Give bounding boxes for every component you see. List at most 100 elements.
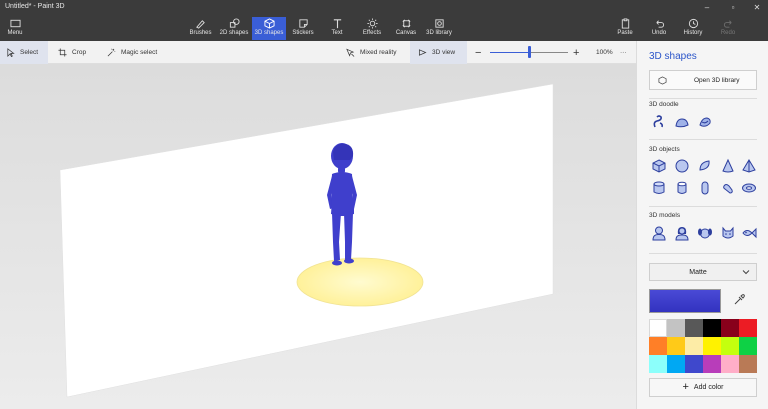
tool-label: Canvas	[395, 30, 417, 36]
color-swatch[interactable]	[685, 355, 703, 373]
mixed-reality-button[interactable]: Mixed reality	[346, 41, 396, 64]
undo-icon	[655, 20, 664, 28]
redo-button[interactable]: Redo	[716, 17, 740, 40]
paste-button[interactable]: Paste	[614, 17, 636, 40]
more-options-button[interactable]: ···	[620, 41, 627, 64]
woman-icon	[675, 227, 689, 241]
tube-button[interactable]	[674, 180, 690, 196]
magic-select-label: Magic select	[121, 49, 158, 56]
color-swatch[interactable]	[667, 319, 685, 337]
color-swatch[interactable]	[703, 319, 721, 337]
add-color-button[interactable]: + Add color	[649, 378, 757, 397]
tool-canvas[interactable]: Canvas	[393, 17, 419, 40]
dog-model-button[interactable]	[697, 225, 713, 241]
canvas-area[interactable]	[0, 64, 636, 409]
hemisphere-button[interactable]	[697, 158, 713, 174]
tool-3d-shapes[interactable]: 3D shapes	[252, 17, 286, 40]
divider	[649, 139, 757, 140]
undo-button[interactable]: Undo	[648, 17, 670, 40]
color-swatch[interactable]	[739, 337, 757, 355]
color-swatch[interactable]	[685, 337, 703, 355]
color-swatch[interactable]	[649, 319, 667, 337]
3d-view-label: 3D view	[432, 49, 456, 56]
cat-model-button[interactable]	[720, 225, 736, 241]
man-icon	[652, 226, 666, 241]
cube-button[interactable]	[651, 158, 667, 174]
tube-doodle-button[interactable]	[697, 114, 713, 130]
3d-models-label: 3D models	[649, 212, 681, 219]
color-swatch[interactable]	[667, 337, 685, 355]
close-button[interactable]: ✕	[746, 1, 768, 15]
bent-capsule-icon	[723, 184, 733, 194]
donut-button[interactable]	[741, 180, 757, 196]
tool-label: Effects	[362, 30, 382, 36]
toolbar: Select Crop Magic select Mixed reality 3…	[0, 41, 636, 64]
add-color-label: Add color	[693, 384, 724, 391]
select-tool[interactable]: Select	[0, 41, 48, 64]
3d-objects-label: 3D objects	[649, 146, 680, 153]
fish-model-button[interactable]	[741, 225, 757, 241]
tool-label: Stickers	[292, 30, 314, 36]
divider	[649, 206, 757, 207]
color-swatch[interactable]	[721, 319, 739, 337]
redo-label: Redo	[720, 30, 736, 36]
tool-stickers[interactable]: Stickers	[289, 17, 317, 40]
eyedropper-icon[interactable]	[733, 294, 745, 306]
select-label: Select	[20, 49, 39, 56]
man-model-button[interactable]	[651, 225, 667, 241]
crop-tool[interactable]: Crop	[58, 41, 86, 64]
color-swatch[interactable]	[703, 355, 721, 373]
pyramid-icon	[742, 159, 756, 173]
3d-view-icon	[418, 49, 427, 56]
dog-icon	[698, 228, 712, 239]
zoom-out-button[interactable]: −	[475, 41, 481, 64]
current-color-swatch[interactable]	[649, 289, 721, 313]
effects-icon	[366, 18, 378, 29]
history-button[interactable]: History	[680, 17, 706, 40]
tool-3d-library[interactable]: 3D library	[424, 17, 454, 40]
3d-library-icon	[658, 75, 667, 85]
tool-brushes[interactable]: Brushes	[187, 17, 214, 40]
magic-select-tool[interactable]: Magic select	[107, 41, 157, 64]
menu-button[interactable]: Menu	[2, 17, 28, 40]
sphere-icon	[675, 159, 689, 173]
color-swatch[interactable]	[739, 319, 757, 337]
woman-model-button[interactable]	[674, 225, 690, 241]
capsule-button[interactable]	[697, 180, 713, 196]
cone-button[interactable]	[720, 158, 736, 174]
zoom-level[interactable]: 100%	[596, 41, 613, 64]
bent-capsule-button[interactable]	[720, 180, 736, 196]
sphere-button[interactable]	[674, 158, 690, 174]
color-swatch[interactable]	[685, 319, 703, 337]
zoom-in-button[interactable]: +	[573, 41, 579, 64]
color-swatch[interactable]	[667, 355, 685, 373]
color-swatch[interactable]	[703, 337, 721, 355]
sharp-doodle-icon	[653, 115, 664, 128]
material-dropdown[interactable]: Matte	[649, 263, 757, 281]
chevron-down-icon	[742, 270, 750, 275]
paste-label: Paste	[617, 30, 633, 36]
window-title: Untitled* - Paint 3D	[5, 3, 65, 10]
tool-label: 2D shapes	[219, 30, 249, 36]
tool-text[interactable]: Text	[325, 17, 349, 40]
color-swatch[interactable]	[721, 355, 739, 373]
tube-doodle-icon	[699, 117, 711, 127]
open-3d-library-button[interactable]: Open 3D library	[649, 70, 757, 90]
minimize-button[interactable]: –	[696, 1, 718, 15]
magic-select-icon	[107, 48, 116, 57]
sharp-edge-doodle-button[interactable]	[651, 114, 667, 130]
plus-icon: +	[682, 381, 689, 393]
soft-edge-doodle-button[interactable]	[674, 114, 690, 130]
color-swatch[interactable]	[649, 355, 667, 373]
text-icon	[333, 19, 341, 29]
3d-view-button[interactable]: 3D view	[410, 41, 467, 64]
color-swatch[interactable]	[649, 337, 667, 355]
tool-effects[interactable]: Effects	[358, 17, 386, 40]
color-swatch[interactable]	[739, 355, 757, 373]
maximize-button[interactable]: ▫	[722, 1, 744, 15]
zoom-slider-thumb[interactable]	[527, 46, 531, 58]
tool-2d-shapes[interactable]: 2D shapes	[217, 17, 251, 40]
cylinder-button[interactable]	[651, 180, 667, 196]
color-swatch[interactable]	[721, 337, 739, 355]
pyramid-button[interactable]	[741, 158, 757, 174]
